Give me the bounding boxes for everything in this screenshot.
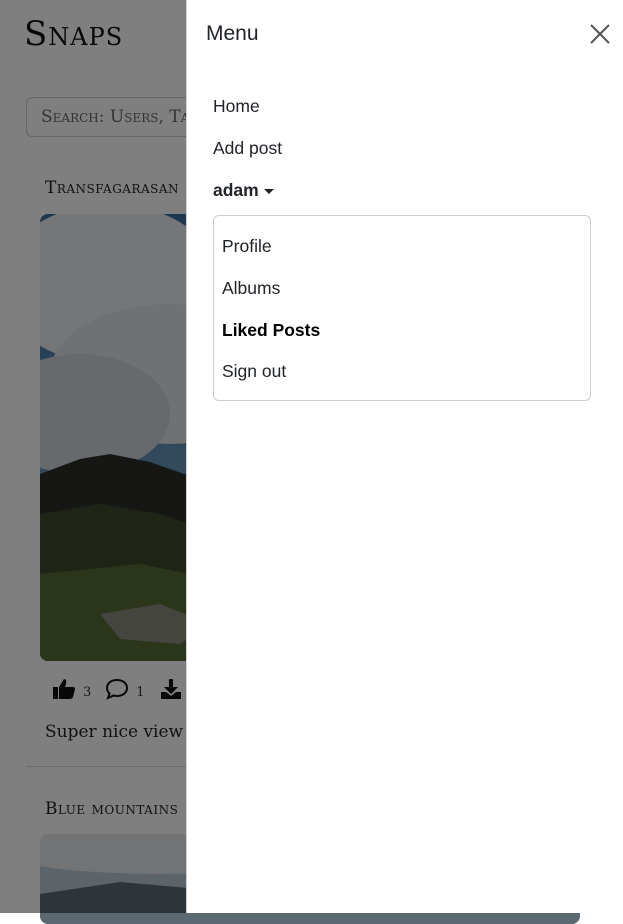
user-dropdown-menu: Profile Albums Liked Posts Sign out bbox=[213, 215, 591, 401]
offcanvas-menu: Menu Home Add post adam Profile Albums L… bbox=[186, 0, 623, 913]
user-dropdown-toggle[interactable]: adam bbox=[213, 180, 274, 201]
caret-down-icon bbox=[263, 189, 274, 194]
nav-home[interactable]: Home bbox=[213, 96, 260, 117]
dropdown-item-liked-posts[interactable]: Liked Posts bbox=[222, 320, 320, 341]
user-name: adam bbox=[213, 180, 259, 200]
dropdown-item-albums[interactable]: Albums bbox=[222, 278, 280, 299]
close-icon bbox=[590, 24, 610, 44]
dropdown-item-sign-out[interactable]: Sign out bbox=[222, 361, 286, 382]
menu-title: Menu bbox=[206, 22, 259, 45]
dropdown-item-profile[interactable]: Profile bbox=[222, 236, 272, 257]
nav-add-post[interactable]: Add post bbox=[213, 138, 282, 159]
close-button[interactable] bbox=[585, 19, 615, 49]
